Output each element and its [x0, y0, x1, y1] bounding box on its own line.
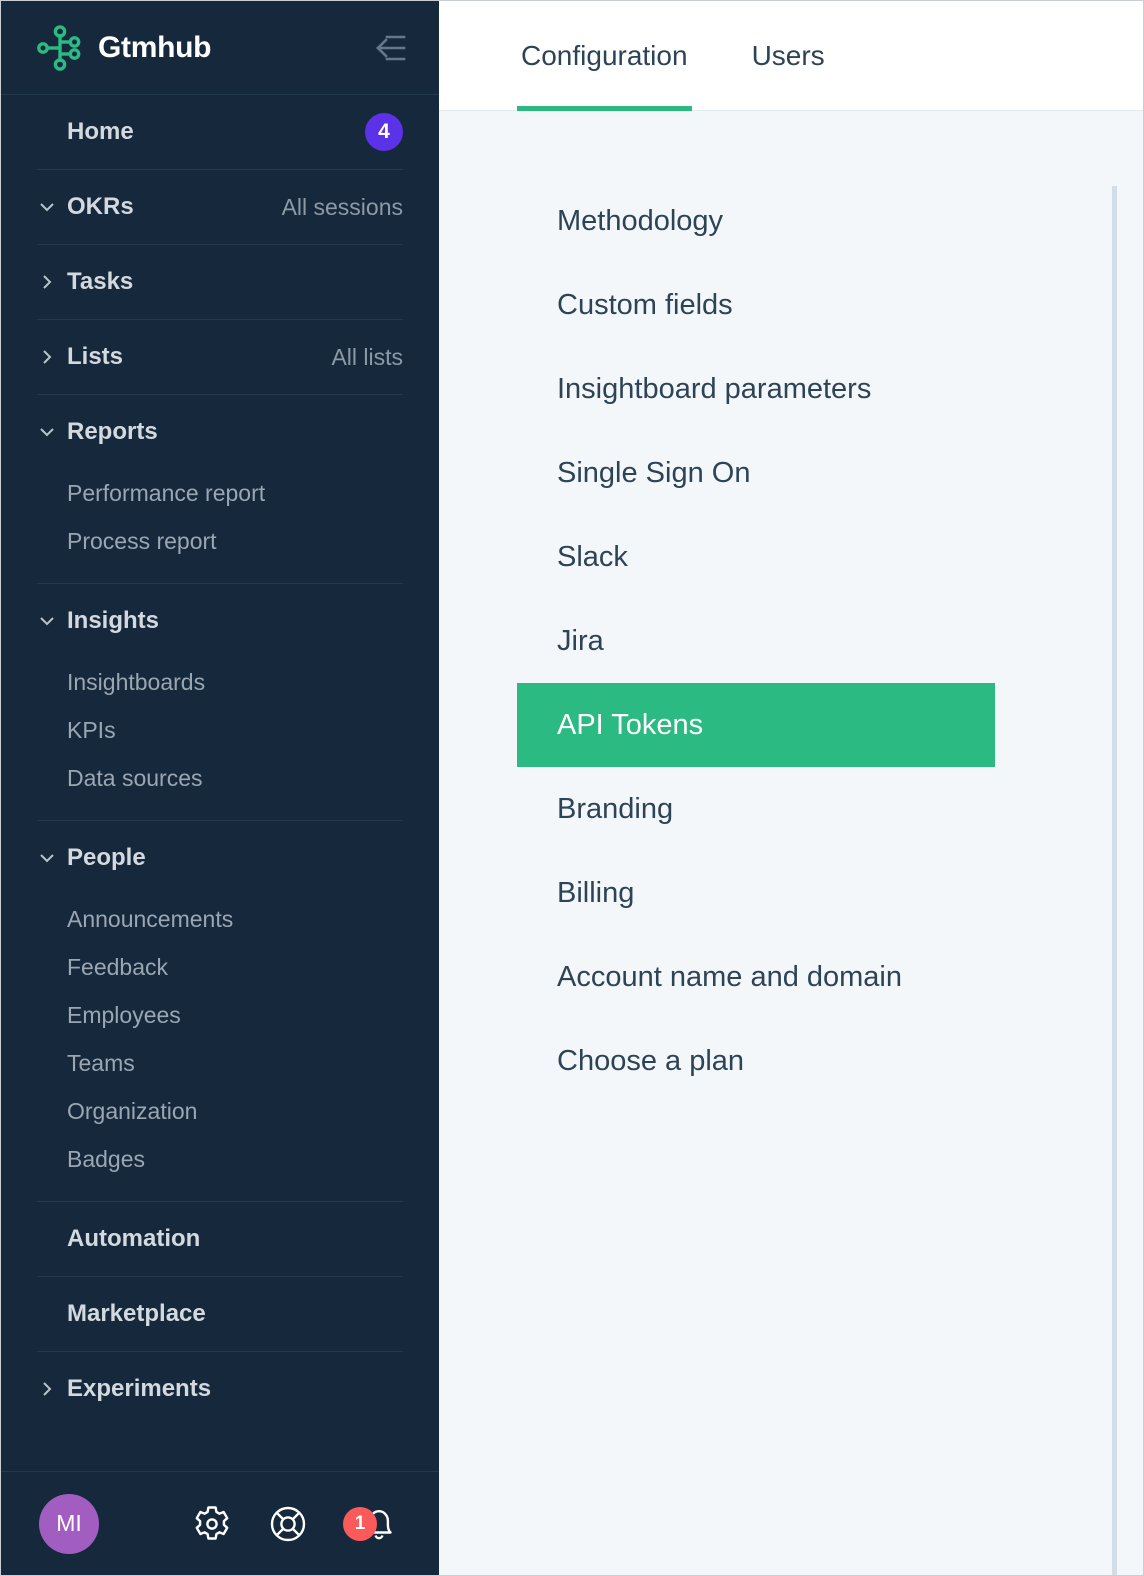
- sidebar-item-home[interactable]: Home 4: [37, 95, 403, 169]
- sidebar-sublist-reports: Performance report Process report: [37, 469, 403, 583]
- nav-group-automation: Automation: [37, 1202, 403, 1277]
- nav-group-experiments: Experiments: [37, 1352, 403, 1426]
- chevron-down-icon: [37, 197, 61, 217]
- notifications-badge-count: 1: [343, 1506, 377, 1541]
- sidebar-item-aside-all-lists[interactable]: All lists: [331, 344, 403, 371]
- sidebar-item-label: Home: [67, 118, 134, 145]
- sidebar-item-tasks[interactable]: Tasks: [37, 245, 403, 319]
- notifications-button[interactable]: 1: [343, 1502, 399, 1546]
- collapse-sidebar-button[interactable]: [365, 28, 411, 68]
- tab-label: Users: [751, 40, 825, 71]
- sidebar-subitem-teams[interactable]: Teams: [37, 1039, 403, 1087]
- sidebar-item-label: Insights: [67, 607, 160, 634]
- footer-icon-group: 1: [191, 1502, 399, 1546]
- nav-group-okrs: OKRs All sessions: [37, 170, 403, 245]
- sidebar-sublist-people: Announcements Feedback Employees Teams O…: [37, 895, 403, 1201]
- gtmhub-node-logo-icon: [37, 24, 81, 71]
- sidebar-footer: MI 1: [1, 1471, 439, 1575]
- tab-label: Configuration: [521, 40, 688, 71]
- sidebar-item-label: Marketplace: [67, 1300, 206, 1327]
- sidebar-sublist-insights: Insightboards KPIs Data sources: [37, 658, 403, 820]
- settings-item-branding[interactable]: Branding: [517, 767, 995, 851]
- nav-group-insights: Insights Insightboards KPIs Data sources: [37, 584, 403, 821]
- sidebar-subitem-announcements[interactable]: Announcements: [37, 895, 403, 943]
- settings-item-methodology[interactable]: Methodology: [517, 179, 995, 263]
- settings-item-slack[interactable]: Slack: [517, 515, 995, 599]
- settings-item-billing[interactable]: Billing: [517, 851, 995, 935]
- sidebar-subitem-employees[interactable]: Employees: [37, 991, 403, 1039]
- chevron-right-icon: [37, 347, 61, 367]
- chevron-down-icon: [37, 848, 61, 868]
- sidebar-item-label: Experiments: [67, 1375, 212, 1402]
- lifebuoy-icon[interactable]: [267, 1503, 309, 1545]
- sidebar-item-automation[interactable]: Automation: [37, 1202, 403, 1276]
- content-scrollbar[interactable]: [1112, 186, 1117, 1575]
- collapse-sidebar-arrow-icon: [376, 35, 406, 60]
- sidebar-header: Gtmhub: [1, 1, 439, 95]
- settings-list: Methodology Custom fields Insightboard p…: [439, 179, 1143, 1103]
- sidebar-subitem-badges[interactable]: Badges: [37, 1135, 403, 1183]
- sidebar-item-insights[interactable]: Insights: [37, 584, 403, 658]
- sidebar-item-people[interactable]: People: [37, 821, 403, 895]
- sidebar-nav: Home 4 OKRs All sessions Tasks Lists All…: [1, 95, 439, 1471]
- settings-item-choose-a-plan[interactable]: Choose a plan: [517, 1019, 995, 1103]
- sidebar-item-label: Reports: [67, 418, 158, 445]
- main-content: Configuration Users Methodology Custom f…: [439, 1, 1143, 1575]
- sidebar-item-label: People: [67, 844, 146, 871]
- tab-configuration[interactable]: Configuration: [517, 1, 692, 111]
- chevron-right-icon: [37, 272, 61, 292]
- sidebar-item-okrs[interactable]: OKRs All sessions: [37, 170, 403, 244]
- sidebar-subitem-performance-report[interactable]: Performance report: [37, 469, 403, 517]
- sidebar-item-label: Automation: [67, 1225, 201, 1252]
- sidebar-subitem-insightboards[interactable]: Insightboards: [37, 658, 403, 706]
- chevron-down-icon: [37, 422, 61, 442]
- settings-panel: Methodology Custom fields Insightboard p…: [439, 111, 1143, 1575]
- brand[interactable]: Gtmhub: [35, 23, 365, 73]
- brand-name: Gtmhub: [98, 30, 212, 64]
- settings-item-custom-fields[interactable]: Custom fields: [517, 263, 995, 347]
- nav-group-people: People Announcements Feedback Employees …: [37, 821, 403, 1202]
- sidebar-item-label: Tasks: [67, 268, 134, 295]
- nav-group-lists: Lists All lists: [37, 320, 403, 395]
- app-window: Gtmhub Home 4 OKRs All sessions Tasks Li…: [0, 0, 1144, 1576]
- sidebar-item-lists[interactable]: Lists All lists: [37, 320, 403, 394]
- avatar[interactable]: MI: [39, 1493, 99, 1554]
- sidebar-item-aside-all-sessions[interactable]: All sessions: [282, 194, 403, 221]
- nav-group-marketplace: Marketplace: [37, 1277, 403, 1352]
- sidebar-item-marketplace[interactable]: Marketplace: [37, 1277, 403, 1351]
- nav-group-reports: Reports Performance report Process repor…: [37, 395, 403, 584]
- sidebar: Gtmhub Home 4 OKRs All sessions Tasks Li…: [1, 1, 439, 1575]
- settings-item-api-tokens[interactable]: API Tokens: [517, 683, 995, 767]
- sidebar-subitem-process-report[interactable]: Process report: [37, 517, 403, 565]
- settings-item-single-sign-on[interactable]: Single Sign On: [517, 431, 995, 515]
- sidebar-subitem-kpis[interactable]: KPIs: [37, 706, 403, 754]
- tab-users[interactable]: Users: [748, 1, 829, 111]
- nav-group-home: Home 4: [37, 95, 403, 170]
- chevron-down-icon: [37, 611, 61, 631]
- chevron-right-icon: [37, 1379, 61, 1399]
- sidebar-subitem-organization[interactable]: Organization: [37, 1087, 403, 1135]
- sidebar-item-reports[interactable]: Reports: [37, 395, 403, 469]
- content-scrollbar-thumb[interactable]: [1112, 186, 1117, 1575]
- sidebar-subitem-data-sources[interactable]: Data sources: [37, 754, 403, 802]
- nav-group-tasks: Tasks: [37, 245, 403, 320]
- gear-icon[interactable]: [191, 1503, 233, 1545]
- sidebar-item-experiments[interactable]: Experiments: [37, 1352, 403, 1426]
- settings-item-account-name-and-domain[interactable]: Account name and domain: [517, 935, 995, 1019]
- sidebar-item-label: OKRs: [67, 193, 134, 220]
- sidebar-subitem-feedback[interactable]: Feedback: [37, 943, 403, 991]
- settings-item-jira[interactable]: Jira: [517, 599, 995, 683]
- settings-item-insightboard-parameters[interactable]: Insightboard parameters: [517, 347, 995, 431]
- tabbar: Configuration Users: [439, 1, 1143, 111]
- home-badge-count: 4: [365, 113, 403, 151]
- sidebar-item-label: Lists: [67, 343, 124, 370]
